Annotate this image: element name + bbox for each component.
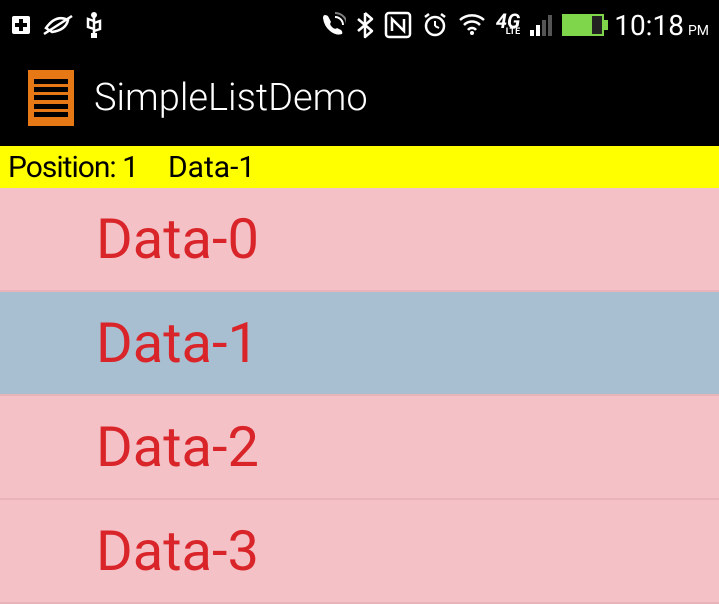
plus-icon xyxy=(10,14,32,36)
list-item[interactable]: Data-1 xyxy=(0,292,719,396)
status-icons-left xyxy=(10,11,104,39)
phone-icon xyxy=(320,12,346,38)
status-bar: 4G LTE 10:18 PM xyxy=(0,0,719,50)
app-bar: SimpleListDemo xyxy=(0,50,719,146)
app-icon[interactable] xyxy=(28,70,74,126)
app-title: SimpleListDemo xyxy=(94,76,368,120)
wifi-icon xyxy=(458,14,486,36)
signal-icon xyxy=(530,14,552,36)
clock-time: 10:18 xyxy=(614,9,684,42)
selected-data-label: Data-1 xyxy=(168,150,255,185)
leaf-icon xyxy=(42,14,74,36)
list-item-label: Data-3 xyxy=(96,518,259,584)
list-item[interactable]: Data-3 xyxy=(0,500,719,604)
list-item[interactable]: Data-2 xyxy=(0,396,719,500)
list-item-label: Data-2 xyxy=(96,414,259,480)
alarm-icon xyxy=(422,12,448,38)
clock: 10:18 PM xyxy=(614,9,709,42)
status-icons-right: 4G LTE 10:18 PM xyxy=(320,9,709,42)
list-item-label: Data-1 xyxy=(96,310,259,376)
selection-info-bar: Position: 1 Data-1 xyxy=(0,146,719,188)
bluetooth-icon xyxy=(356,11,374,39)
list-view[interactable]: Data-0 Data-1 Data-2 Data-3 xyxy=(0,188,719,604)
nfc-icon xyxy=(384,11,412,39)
clock-ampm: PM xyxy=(688,23,709,39)
list-item-label: Data-0 xyxy=(96,206,259,272)
battery-icon xyxy=(562,14,604,36)
usb-icon xyxy=(84,11,104,39)
network-type-icon: 4G LTE xyxy=(496,13,520,36)
position-label: Position: 1 xyxy=(8,150,138,185)
list-item[interactable]: Data-0 xyxy=(0,188,719,292)
